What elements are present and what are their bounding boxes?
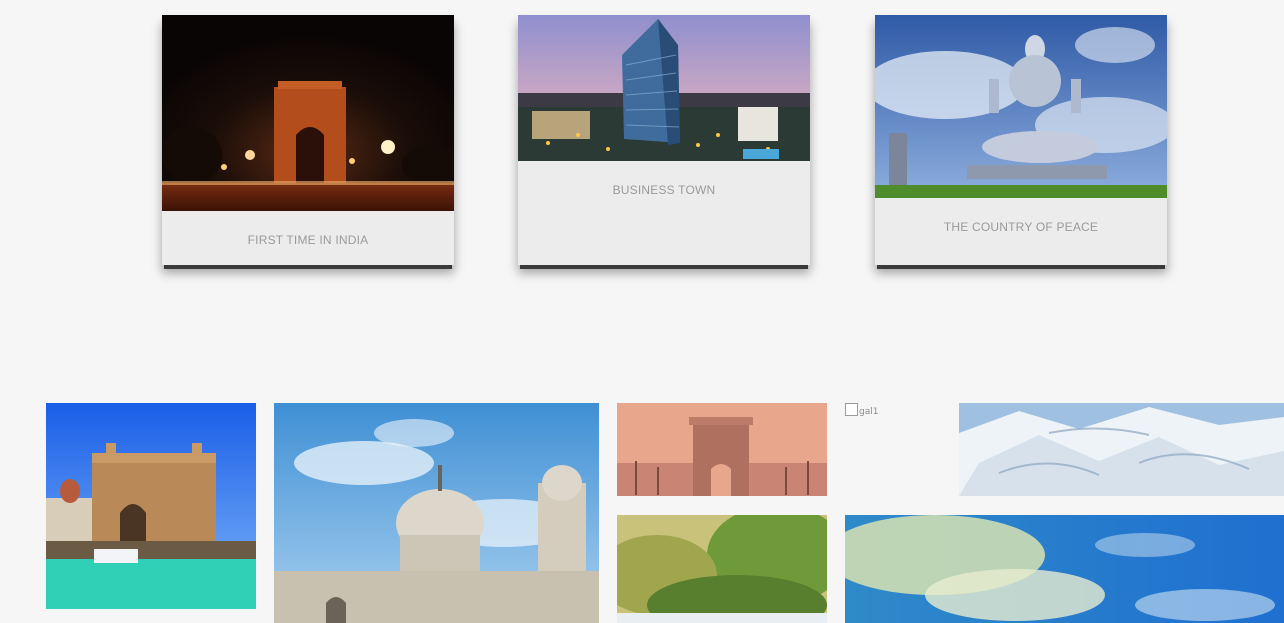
destination-card-business[interactable]: BUSINESS TOWN: [518, 15, 810, 265]
card-caption: BUSINESS TOWN: [612, 183, 716, 197]
skyscraper-city-image[interactable]: [518, 15, 810, 161]
india-gate-night-image[interactable]: [162, 15, 454, 211]
gallery-image-gateway-of-india[interactable]: [46, 403, 256, 609]
gallery-image-india-gate-sunset[interactable]: [617, 403, 827, 496]
card-caption: THE COUNTRY OF PEACE: [943, 220, 1099, 234]
broken-image-placeholder: gal1: [845, 403, 878, 417]
broken-image-icon: [845, 403, 858, 416]
gallery-image-victoria-memorial[interactable]: [274, 403, 599, 623]
broken-image-alt: gal1: [859, 407, 879, 417]
shiva-statue-image[interactable]: [875, 15, 1167, 198]
destination-card-peace[interactable]: THE COUNTRY OF PEACE: [875, 15, 1167, 265]
card-caption: FIRST TIME IN INDIA: [247, 233, 369, 247]
gallery-image-snow-mountains[interactable]: [959, 403, 1284, 496]
destination-card-india[interactable]: FIRST TIME IN INDIA: [162, 15, 454, 265]
gallery-image-green-hills[interactable]: [617, 515, 827, 623]
gallery-image-cloudy-sky[interactable]: [845, 515, 1284, 623]
